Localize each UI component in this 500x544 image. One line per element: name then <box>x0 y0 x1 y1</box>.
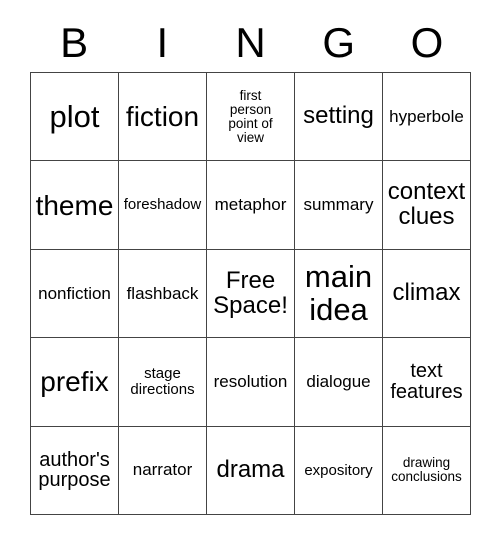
bingo-cell-label: narrator <box>132 460 193 480</box>
bingo-cell[interactable]: first person point of view <box>207 73 295 162</box>
bingo-cell[interactable]: narrator <box>119 426 207 516</box>
bingo-header-letter-o: O <box>410 19 444 66</box>
bingo-cell-label: first person point of view <box>228 87 273 145</box>
bingo-cell[interactable]: fiction <box>119 73 207 162</box>
bingo-cell[interactable]: main idea <box>295 249 383 339</box>
bingo-cell[interactable]: flashback <box>119 249 207 339</box>
bingo-cell[interactable]: metaphor <box>207 161 295 250</box>
bingo-cell[interactable]: drama <box>207 426 295 516</box>
bingo-cell-label: metaphor <box>214 195 287 215</box>
bingo-cell-label: fiction <box>125 101 200 133</box>
bingo-header-letter-b: B <box>60 19 89 66</box>
bingo-cell-label: text features <box>390 360 463 403</box>
bingo-header-letter-g: G <box>322 19 356 66</box>
bingo-cell-label: drama <box>216 455 285 483</box>
bingo-grid-row: plot fiction first person point of view set… <box>31 73 471 162</box>
bingo-cell[interactable]: expository <box>295 426 383 516</box>
bingo-cell-label: main idea <box>304 259 373 327</box>
bingo-cell-label: drawing conclusions <box>391 455 462 485</box>
bingo-cell[interactable]: setting <box>295 73 383 162</box>
bingo-cell[interactable]: climax <box>383 249 471 339</box>
bingo-header-letter-i: I <box>156 19 169 66</box>
bingo-cell[interactable]: plot <box>31 73 119 162</box>
bingo-cell-label: dialogue <box>306 372 371 392</box>
bingo-cell-label: setting <box>303 102 374 130</box>
bingo-cell[interactable]: author's purpose <box>31 426 119 516</box>
bingo-header-row: BINGO <box>30 14 471 72</box>
bingo-cell-label: expository <box>304 461 373 479</box>
bingo-cell-label: plot <box>49 98 100 134</box>
bingo-grid-row: prefix stage directions resolution dialogue… <box>31 338 471 427</box>
bingo-cell[interactable]: stage directions <box>119 338 207 427</box>
bingo-cell[interactable]: drawing conclusions <box>383 426 471 516</box>
bingo-cell-label: foreshadow <box>123 196 202 214</box>
bingo-header-letter-n: N <box>235 19 266 66</box>
bingo-cell-label: summary <box>303 195 374 215</box>
bingo-cell-label: theme <box>35 189 114 221</box>
bingo-cell-label: Free Space! <box>213 266 288 319</box>
bingo-grid-row: nonfiction flashback Free Space! main idea c… <box>31 249 471 339</box>
bingo-cell-label: nonfiction <box>38 283 111 303</box>
bingo-cell-label: context clues <box>387 178 466 231</box>
bingo-cell[interactable]: hyperbole <box>383 73 471 162</box>
bingo-cell[interactable]: nonfiction <box>31 249 119 339</box>
bingo-grid-row: author's purpose narrator drama expository d… <box>31 426 471 516</box>
bingo-cell-label: resolution <box>213 372 288 392</box>
bingo-cell[interactable]: text features <box>383 338 471 427</box>
bingo-cell[interactable]: resolution <box>207 338 295 427</box>
bingo-cell[interactable]: context clues <box>383 161 471 250</box>
bingo-cell-label: flashback <box>126 283 199 303</box>
bingo-cell-label: climax <box>392 279 461 307</box>
bingo-card: B I N G O plot fiction first person point of v… <box>0 0 500 544</box>
bingo-cell[interactable]: theme <box>31 161 119 250</box>
bingo-cell-free-space[interactable]: Free Space! <box>207 249 295 339</box>
bingo-cell-label: prefix <box>40 366 109 398</box>
bingo-cell[interactable]: dialogue <box>295 338 383 427</box>
bingo-cell-label: stage directions <box>130 365 195 398</box>
bingo-grid-row: theme foreshadow metaphor summary context cl… <box>31 161 471 250</box>
bingo-cell[interactable]: prefix <box>31 338 119 427</box>
bingo-cell-label: hyperbole <box>389 106 464 126</box>
bingo-grid: plot fiction first person point of view set… <box>30 72 471 516</box>
bingo-cell[interactable]: foreshadow <box>119 161 207 250</box>
bingo-cell-label: author's purpose <box>38 448 111 492</box>
bingo-cell[interactable]: summary <box>295 161 383 250</box>
